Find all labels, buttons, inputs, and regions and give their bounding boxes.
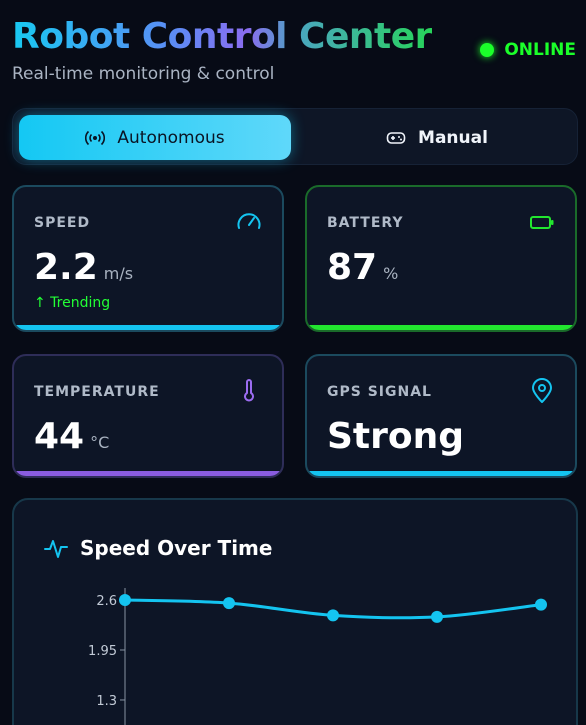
map-pin-icon [532, 378, 552, 403]
battery-accent-bar [307, 325, 575, 330]
temperature-value-row: 44 °C [34, 416, 109, 457]
data-point [535, 598, 547, 611]
speed-accent-bar [14, 325, 282, 330]
data-point [119, 594, 131, 606]
speed-value-row: 2.2 m/s [34, 247, 133, 288]
gps-label: GPS SIGNAL [327, 384, 432, 400]
temperature-value: 44 [34, 416, 85, 457]
temperature-card: TEMPERATURE 44 °C [12, 354, 284, 478]
page-title: Robot Control Center [12, 14, 432, 60]
status-indicator: ONLINE [480, 40, 576, 60]
mode-toggle: Autonomous Manual [12, 108, 578, 165]
battery-unit: % [383, 264, 399, 283]
y-tick-label: 1.95 [88, 644, 117, 659]
speed-chart-panel: Speed Over Time 2.6 1.95 1.3 [12, 498, 578, 725]
speed-line-chart: 2.6 1.95 1.3 [88, 588, 547, 725]
gps-value: Strong [327, 416, 465, 457]
speed-unit: m/s [103, 264, 134, 283]
speed-trend: ↑ Trending [34, 295, 111, 311]
data-point [223, 597, 235, 610]
data-point [431, 610, 443, 623]
battery-value: 87 [327, 247, 378, 288]
status-dot-icon [480, 43, 495, 57]
speed-value: 2.2 [34, 247, 98, 288]
data-point [327, 609, 339, 622]
battery-value-row: 87% [327, 247, 398, 288]
autonomous-mode-label: Autonomous [117, 127, 225, 148]
y-tick-label: 2.6 [96, 594, 117, 609]
speed-label: SPEED [34, 215, 91, 231]
gps-card: GPS SIGNAL Strong [305, 354, 577, 478]
battery-card: BATTERY 87% [305, 185, 577, 332]
temperature-unit: °C [90, 433, 110, 452]
broadcast-icon [85, 130, 106, 145]
gauge-icon [237, 213, 261, 229]
gamepad-icon [386, 131, 406, 144]
autonomous-mode-button[interactable]: Autonomous [19, 115, 291, 160]
manual-mode-button[interactable]: Manual [301, 115, 573, 160]
battery-label: BATTERY [327, 215, 404, 231]
temperature-label: TEMPERATURE [34, 384, 160, 400]
page-subtitle: Real-time monitoring & control [12, 64, 275, 84]
speed-card: SPEED 2.2 m/s ↑ Trending [12, 185, 284, 332]
manual-mode-label: Manual [418, 127, 488, 148]
thermometer-icon [244, 379, 254, 402]
y-tick-label: 1.3 [96, 694, 117, 709]
gps-accent-bar [307, 471, 575, 476]
header: Robot Control Center Real-time monitorin… [12, 14, 576, 94]
status-text: ONLINE [504, 40, 576, 60]
battery-icon [530, 216, 554, 229]
temperature-accent-bar [14, 471, 282, 476]
